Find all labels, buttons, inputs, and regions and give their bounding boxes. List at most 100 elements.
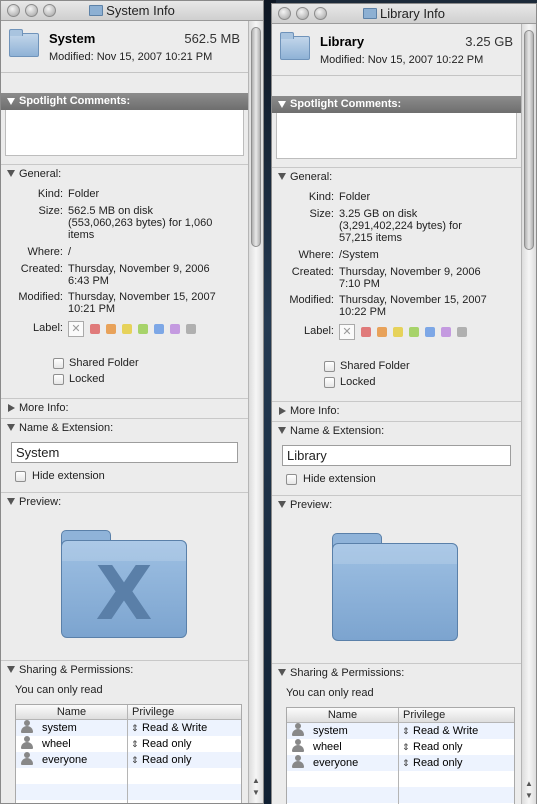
privilege-value: Read only — [413, 741, 463, 753]
permission-user: system — [287, 723, 399, 739]
spotlight-comments-field[interactable] — [276, 113, 517, 159]
modified-line: 10:22 PM — [339, 306, 387, 318]
privilege-popup[interactable]: ⇕ Read only — [399, 755, 514, 771]
permissions-header: Name Privilege — [16, 705, 241, 720]
section-general[interactable]: General: — [1, 164, 248, 182]
section-spotlight-comments[interactable]: Spotlight Comments: — [272, 96, 521, 113]
scroll-thumb[interactable] — [524, 30, 534, 250]
folder-icon — [89, 5, 104, 16]
folder-preview-icon — [332, 543, 458, 641]
hide-extension-label: Hide extension — [32, 470, 105, 482]
privilege-popup[interactable]: ⇕ Read only — [128, 752, 241, 768]
general-created: Created: Thursday, November 9, 2006 6:43… — [1, 263, 248, 291]
scroll-up-arrow[interactable]: ▲ — [251, 776, 261, 785]
section-preview[interactable]: Preview: — [272, 495, 521, 513]
label-label: Label: — [304, 325, 334, 337]
section-sharing-permissions[interactable]: Sharing & Permissions: — [272, 663, 521, 681]
empty-row — [287, 771, 514, 787]
name-field[interactable]: System — [11, 442, 238, 463]
window-title: System Info — [1, 3, 263, 18]
privilege-popup[interactable]: ⇕ Read only — [128, 736, 241, 752]
empty-cell — [287, 787, 399, 803]
permission-row[interactable]: everyone ⇕ Read only — [287, 755, 514, 771]
locked-label: Locked — [69, 373, 105, 385]
updown-arrows-icon: ⇕ — [402, 758, 410, 768]
size-value: 562.5 MB on disk (553,060,263 bytes) for… — [68, 205, 242, 241]
locked-checkbox[interactable] — [324, 377, 335, 388]
label-color-swatch[interactable] — [122, 324, 132, 334]
item-size: 3.25 GB — [465, 34, 513, 49]
item-size: 562.5 MB — [184, 31, 240, 46]
label-color-swatch[interactable] — [393, 327, 403, 337]
section-name-extension[interactable]: Name & Extension: — [1, 418, 248, 436]
label-color-swatch[interactable] — [170, 324, 180, 334]
section-general[interactable]: General: — [272, 167, 521, 185]
section-preview[interactable]: Preview: — [1, 492, 248, 510]
where-value: / — [68, 246, 72, 258]
label-color-swatch[interactable] — [377, 327, 387, 337]
locked-checkbox[interactable] — [53, 374, 64, 385]
scroll-thumb[interactable] — [251, 27, 261, 247]
label-color-swatch[interactable] — [361, 327, 371, 337]
created-value: Thursday, November 9, 2006 7:10 PM — [339, 266, 515, 290]
size-label: Size: — [38, 205, 63, 217]
spotlight-comments-field[interactable] — [5, 110, 244, 156]
permission-row[interactable]: system ⇕ Read & Write — [16, 720, 241, 736]
label-color-swatch[interactable] — [457, 327, 467, 337]
label-color-swatch[interactable] — [441, 327, 451, 337]
shared-folder-checkbox[interactable] — [53, 358, 64, 369]
label-none-button[interactable]: ✕ — [68, 321, 84, 337]
permission-row[interactable]: wheel ⇕ Read only — [16, 736, 241, 752]
shared-folder-row[interactable]: Shared Folder — [1, 357, 248, 373]
permissions-table[interactable]: Name Privilege system ⇕ Read & Write wheel ⇕… — [15, 704, 242, 803]
hide-extension-row[interactable]: Hide extension — [1, 470, 248, 492]
label-color-swatch[interactable] — [409, 327, 419, 337]
permissions-table[interactable]: Name Privilege system ⇕ Read & Write wheel ⇕… — [286, 707, 515, 804]
scroll-up-arrow[interactable]: ▲ — [524, 779, 534, 788]
hide-extension-checkbox[interactable] — [15, 471, 26, 482]
privilege-popup[interactable]: ⇕ Read only — [399, 739, 514, 755]
column-privilege[interactable]: Privilege — [128, 705, 241, 719]
label-color-swatch[interactable] — [186, 324, 196, 334]
created-value: Thursday, November 9, 2006 6:43 PM — [68, 263, 242, 287]
permission-row[interactable]: wheel ⇕ Read only — [287, 739, 514, 755]
section-sharing-permissions[interactable]: Sharing & Permissions: — [1, 660, 248, 678]
scroll-down-arrow[interactable]: ▼ — [251, 788, 261, 797]
section-name-extension[interactable]: Name & Extension: — [272, 421, 521, 439]
locked-row[interactable]: Locked — [1, 373, 248, 389]
permissions-body: system ⇕ Read & Write wheel ⇕ Read only everyo… — [287, 723, 514, 804]
section-more-info[interactable]: More Info: — [1, 398, 248, 416]
vertical-scrollbar[interactable]: ▲ ▼ — [248, 21, 263, 803]
scroll-down-arrow[interactable]: ▼ — [524, 791, 534, 800]
kind-value: Folder — [68, 188, 100, 200]
title-bar[interactable]: Library Info — [272, 4, 536, 24]
label-color-swatch[interactable] — [90, 324, 100, 334]
privilege-popup[interactable]: ⇕ Read & Write — [128, 720, 241, 736]
section-more-info[interactable]: More Info: — [272, 401, 521, 419]
column-name[interactable]: Name — [287, 708, 399, 722]
locked-row[interactable]: Locked — [272, 376, 521, 392]
vertical-scrollbar[interactable]: ▲ ▼ — [521, 24, 536, 804]
title-bar[interactable]: System Info — [1, 1, 263, 21]
privilege-popup[interactable]: ⇕ Read & Write — [399, 723, 514, 739]
label-color-swatch[interactable] — [138, 324, 148, 334]
folder-lip — [333, 544, 457, 564]
column-privilege[interactable]: Privilege — [399, 708, 514, 722]
where-label: Where: — [27, 246, 63, 258]
hide-extension-row[interactable]: Hide extension — [272, 473, 521, 495]
label-color-swatch[interactable] — [106, 324, 116, 334]
hide-extension-checkbox[interactable] — [286, 474, 297, 485]
label-color-swatch[interactable] — [425, 327, 435, 337]
permission-row[interactable]: everyone ⇕ Read only — [16, 752, 241, 768]
name-field[interactable]: Library — [282, 445, 511, 466]
general-label: Label: ✕ — [272, 324, 521, 360]
shared-folder-checkbox[interactable] — [324, 361, 335, 372]
column-name[interactable]: Name — [16, 705, 128, 719]
shared-folder-label: Shared Folder — [69, 357, 139, 369]
modified-line: 10:21 PM — [68, 303, 116, 315]
label-color-swatch[interactable] — [154, 324, 164, 334]
label-none-button[interactable]: ✕ — [339, 324, 355, 340]
permission-row[interactable]: system ⇕ Read & Write — [287, 723, 514, 739]
shared-folder-row[interactable]: Shared Folder — [272, 360, 521, 376]
section-spotlight-comments[interactable]: Spotlight Comments: — [1, 93, 248, 110]
